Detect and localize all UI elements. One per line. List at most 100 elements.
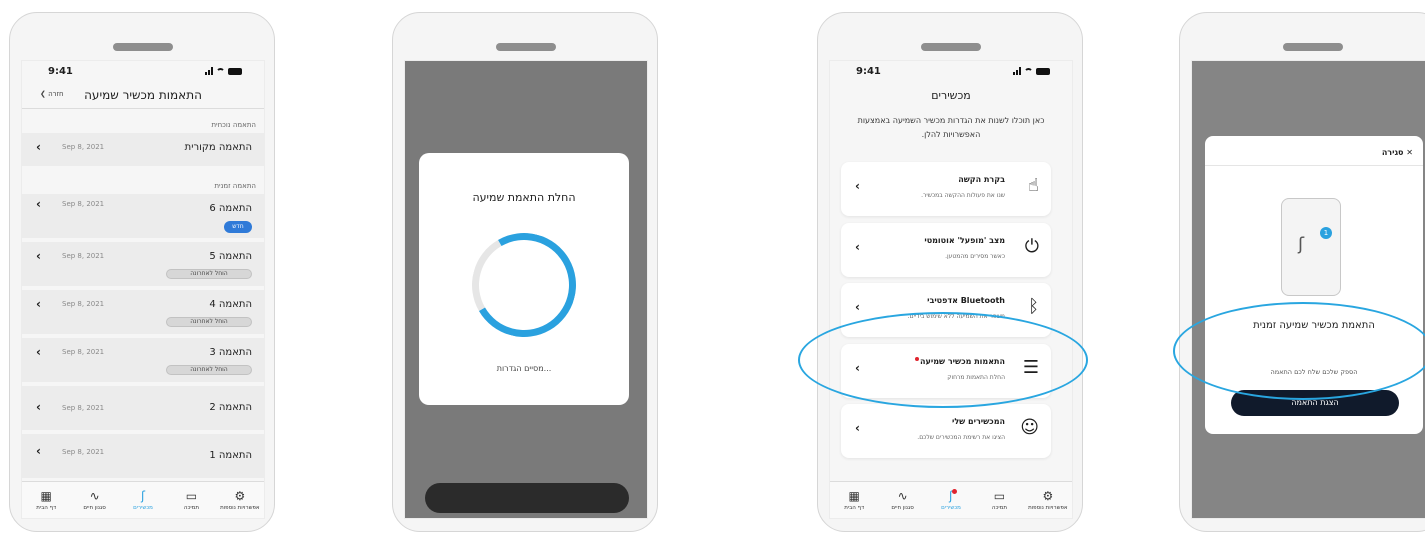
page-description: כאן תוכלו לשנות את הגדרות מכשיר השמיעה ב… (857, 116, 1045, 139)
fitting-name: התאמה 3 (209, 347, 252, 358)
chevron-right-icon: › (36, 140, 41, 154)
list-item-fitting-1[interactable]: התאמה 1 Sep 8, 2021 › (22, 434, 264, 478)
chevron-right-icon: › (36, 297, 41, 311)
phone-notch (921, 43, 981, 51)
section-label-current: התאמה נוכחית (211, 121, 256, 129)
fitting-date: Sep 8, 2021 (62, 143, 105, 151)
card-subtitle: הציגו את רשימת המכשירים שלכם. (917, 434, 1005, 441)
card-title: מצב 'מופעל' אוטומטי (924, 236, 1005, 245)
card-subtitle: שנו את פעולות ההקשה במכשיר. (921, 192, 1005, 199)
tab-home[interactable]: ▦ דף הבית (830, 482, 878, 518)
page-header: התאמות מכשיר שמיעה ❮ חזרה (22, 81, 264, 109)
grid-icon: ▦ (848, 488, 860, 503)
hearing-aid-icon: ʃ (1298, 234, 1305, 255)
fittings-screen: 9:41 התאמות מכשיר שמיעה ❮ חזרה התאמה נוכ… (21, 60, 265, 519)
phone-mockup-temporary-fitting: ✕ סגירה ʃ 1 התאמת מכשיר שמיעה זמנית הספק… (1179, 12, 1425, 532)
tab-more[interactable]: ⚙ אפשרויות נוספות (1024, 482, 1072, 518)
fitting-name: התאמה מקורית (184, 142, 252, 153)
tab-devices[interactable]: ʃ מכשירים (119, 482, 167, 518)
progress-status-text: ...מסיים הגדרות (496, 364, 552, 373)
fitting-name: התאמה 2 (209, 402, 252, 413)
divider (1205, 165, 1423, 166)
chevron-right-icon: › (855, 300, 860, 314)
phone-notch (496, 43, 556, 51)
list-item-original-fitting[interactable]: התאמה מקורית Sep 8, 2021 › (22, 133, 264, 166)
chevron-left-icon: ❮ (40, 90, 46, 98)
card-title: המכשירים שלי (951, 417, 1005, 426)
list-item-fitting-4[interactable]: התאמה 4 Sep 8, 2021 › הוחל לאחרונה (22, 290, 264, 334)
chevron-right-icon: › (855, 240, 860, 254)
wifi-icon (1024, 67, 1033, 75)
phone-notch (113, 43, 173, 51)
grid-icon: ▦ (40, 488, 52, 503)
temporary-fitting-screen: ✕ סגירה ʃ 1 התאמת מכשיר שמיעה זמנית הספק… (1191, 60, 1425, 519)
list-item-fitting-3[interactable]: התאמה 3 Sep 8, 2021 › הוחל לאחרונה (22, 338, 264, 382)
applying-screen: החלת התאמת שמיעה ...מסיים הגדרות (404, 60, 648, 519)
tab-more[interactable]: ⚙ אפשרויות נוספות (216, 482, 264, 518)
card-title: Bluetooth אדפטיבי (927, 296, 1005, 305)
bluetooth-icon: ᛒ (1028, 296, 1039, 317)
list-item-fitting-5[interactable]: התאמה 5 Sep 8, 2021 › הוחל לאחרונה (22, 242, 264, 286)
fitting-date: Sep 8, 2021 (62, 300, 105, 308)
dialog-title: החלת התאמת שמיעה (472, 191, 576, 204)
close-button[interactable]: ✕ סגירה (1382, 148, 1413, 157)
list-item-fitting-6[interactable]: התאמה 6 Sep 8, 2021 › חדש (22, 194, 264, 238)
tab-lifestyle[interactable]: ∿ סגנון חיים (70, 482, 118, 518)
applying-dialog: החלת התאמת שמיעה ...מסיים הגדרות (419, 153, 629, 405)
chevron-right-icon: › (36, 345, 41, 359)
activity-icon: ∿ (897, 488, 908, 503)
new-badge: חדש (224, 221, 252, 233)
chevron-right-icon: › (36, 249, 41, 263)
progress-ring (460, 221, 588, 349)
tap-icon: ☝ (1028, 175, 1039, 196)
fitting-name: התאמה 5 (209, 251, 252, 262)
page-title: התאמות מכשיר שמיעה (84, 87, 202, 102)
status-time: 9:41 (48, 65, 73, 77)
power-icon: ⏻ (1024, 236, 1039, 257)
chevron-right-icon: › (36, 197, 41, 211)
chat-icon: ▭ (993, 488, 1006, 503)
recently-applied-badge: הוחל לאחרונה (166, 269, 252, 279)
tab-support[interactable]: ▭ תמיכה (975, 482, 1023, 518)
phone-notch (1283, 43, 1343, 51)
close-icon: ✕ (1406, 148, 1413, 157)
person-sound-icon: ☺ (1020, 417, 1039, 438)
signal-icon (205, 67, 213, 75)
fitting-date: Sep 8, 2021 (62, 348, 105, 356)
hearing-aid-icon: ʃ (949, 488, 958, 502)
devices-screen: 9:41 מכשירים כאן תוכלו לשנות את הגדרות מ… (829, 60, 1073, 519)
fitting-name: התאמה 6 (209, 203, 252, 214)
card-my-devices[interactable]: ☺ המכשירים שלי הציגו את רשימת המכשירים ש… (841, 404, 1051, 458)
tab-lifestyle[interactable]: ∿ סגנון חיים (878, 482, 926, 518)
recently-applied-badge: הוחל לאחרונה (166, 365, 252, 375)
status-time: 9:41 (856, 65, 881, 77)
page-title: מכשירים (931, 89, 971, 102)
wifi-icon (216, 67, 225, 75)
status-bar: 9:41 (830, 61, 1072, 81)
tab-support[interactable]: ▭ תמיכה (167, 482, 215, 518)
tab-devices[interactable]: ʃ מכשירים (927, 482, 975, 518)
fitting-date: Sep 8, 2021 (62, 404, 105, 412)
activity-icon: ∿ (89, 488, 100, 503)
fitting-date: Sep 8, 2021 (62, 252, 105, 260)
back-button[interactable]: ❮ חזרה (40, 90, 64, 98)
card-tap-control[interactable]: ☝ בקרת הקשה שנו את פעולות ההקשה במכשיר. … (841, 162, 1051, 216)
tab-bar: ▦ דף הבית ∿ סגנון חיים ʃ מכשירים ▭ תמיכה ⚙ אפ… (22, 481, 264, 518)
notification-dot (952, 488, 958, 494)
hearing-aid-icon: ʃ (141, 488, 146, 503)
chevron-right-icon: › (855, 179, 860, 193)
signal-icon (1013, 67, 1021, 75)
tab-home[interactable]: ▦ דף הבית (22, 482, 70, 518)
card-subtitle: כאשר מסירים מהמטען. (945, 253, 1005, 260)
tab-bar: ▦ דף הבית ∿ סגנון חיים ʃ מכשירים ▭ תמיכה ⚙ אפ… (830, 481, 1072, 518)
gear-icon: ⚙ (234, 488, 246, 503)
fitting-date: Sep 8, 2021 (62, 448, 105, 456)
highlight-ellipse (1173, 302, 1425, 400)
list-item-fitting-2[interactable]: התאמה 2 Sep 8, 2021 › (22, 386, 264, 430)
battery-icon (1036, 67, 1050, 75)
status-bar: 9:41 (22, 61, 264, 81)
card-auto-on[interactable]: ⏻ מצב 'מופעל' אוטומטי כאשר מסירים מהמטען… (841, 223, 1051, 277)
phone-illustration: ʃ 1 (1281, 198, 1341, 296)
card-title: בקרת הקשה (958, 175, 1005, 184)
phone-mockup-fittings: 9:41 התאמות מכשיר שמיעה ❮ חזרה התאמה נוכ… (9, 12, 275, 532)
